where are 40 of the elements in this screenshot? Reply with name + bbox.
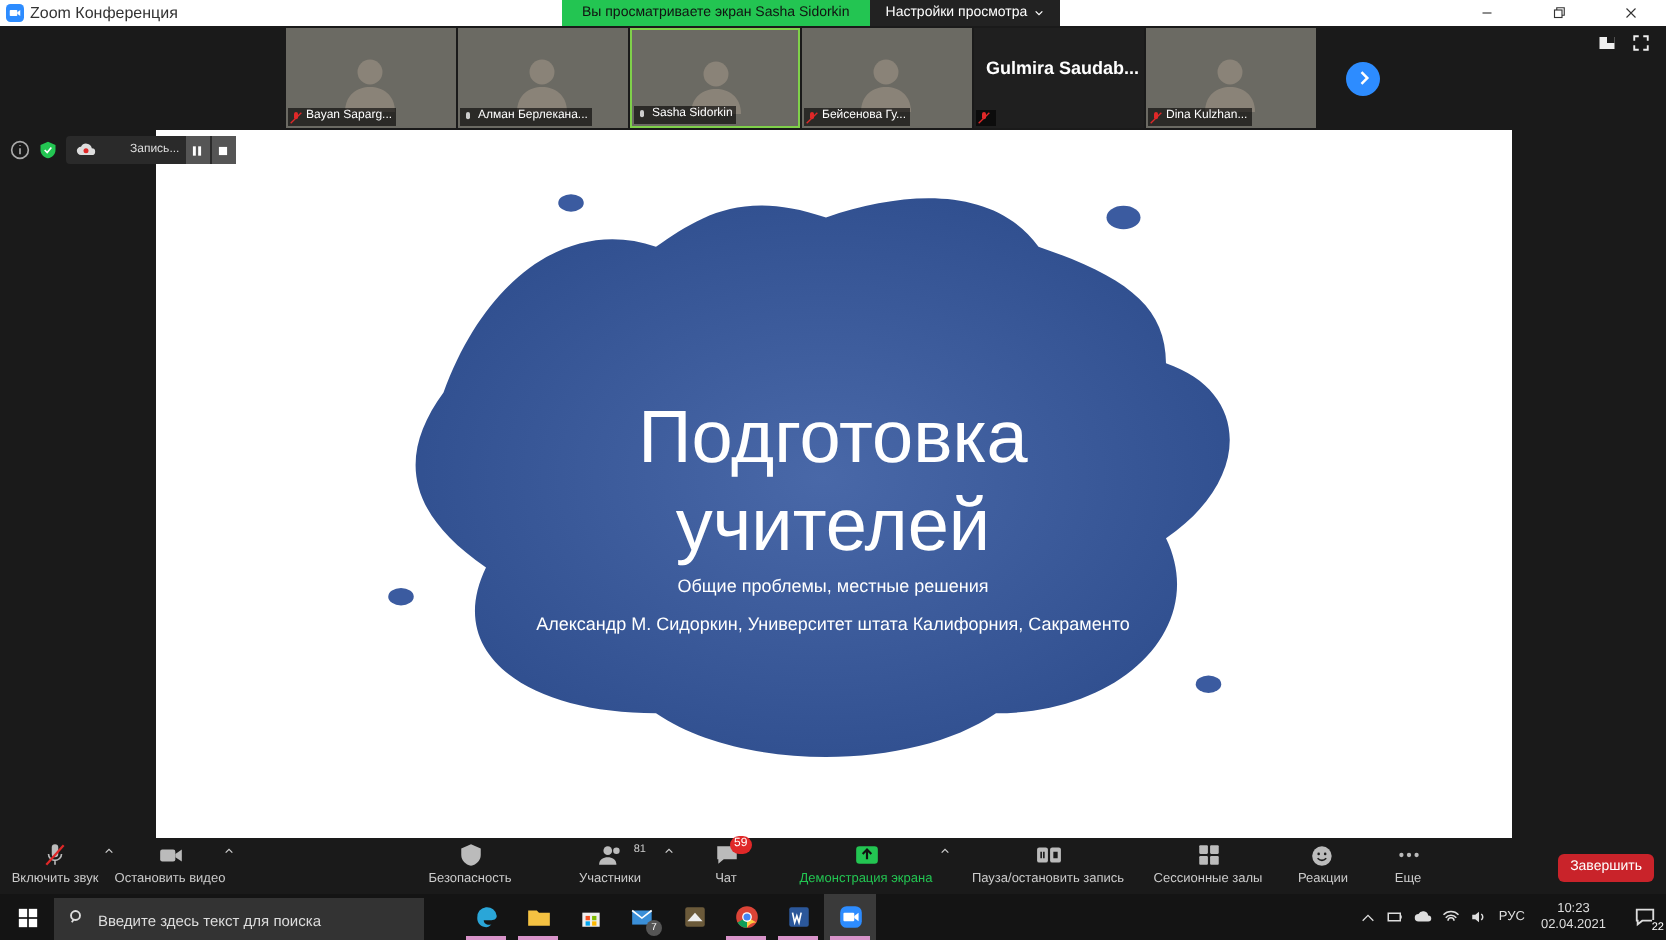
people-icon — [597, 842, 623, 869]
stop-recording-button[interactable] — [211, 136, 236, 164]
wifi-icon[interactable] — [1442, 908, 1461, 926]
participant-tile[interactable]: Gulmira Saudab... — [974, 28, 1144, 128]
grid-icon — [1195, 842, 1221, 869]
caret-up-icon — [104, 846, 114, 857]
slide-author: Александр М. Сидоркин, Университет штата Калифорния, Сакраменто — [536, 611, 1130, 638]
edge-browser-icon — [473, 904, 499, 930]
speaker-icon[interactable] — [1470, 908, 1489, 926]
caret-up-icon — [940, 846, 950, 857]
caret-up-icon — [664, 846, 674, 857]
mail-envelope-icon — [629, 904, 655, 930]
windows-logo-icon — [17, 907, 37, 927]
slide-title: Подготовка учителей — [636, 394, 1030, 570]
zoom-app-icon — [837, 904, 863, 930]
taskbar-app-button[interactable] — [824, 894, 876, 940]
pause-icon — [190, 143, 205, 157]
caret-down-icon — [1033, 8, 1044, 18]
cloud-record-icon — [74, 140, 98, 160]
cloud-icon[interactable] — [1414, 908, 1433, 926]
window-title: Zoom Конференция — [30, 1, 178, 25]
close-icon[interactable] — [1621, 4, 1639, 22]
info-icon[interactable] — [10, 140, 30, 160]
app-tile-icon — [681, 904, 707, 930]
chevron-up-icon[interactable] — [1360, 909, 1377, 925]
shield-check-icon[interactable] — [38, 140, 58, 160]
slide-subtitle: Общие проблемы, местные решения — [677, 574, 989, 600]
participant-name-large: Gulmira Saudab... — [986, 56, 1140, 82]
next-page-button[interactable] — [1346, 61, 1380, 95]
restore-icon[interactable] — [1549, 4, 1567, 22]
fullscreen-icon[interactable] — [1632, 34, 1650, 52]
battery-icon[interactable] — [1386, 908, 1405, 926]
caret-up-icon — [224, 846, 234, 857]
pause-recording-button[interactable] — [185, 136, 210, 164]
chrome-browser-icon — [733, 904, 759, 930]
stop-icon — [216, 143, 231, 157]
shield-icon — [457, 842, 483, 869]
speech-bubble-icon — [1633, 906, 1655, 928]
layout-icon[interactable] — [1598, 34, 1616, 52]
word-document-icon — [785, 904, 811, 930]
